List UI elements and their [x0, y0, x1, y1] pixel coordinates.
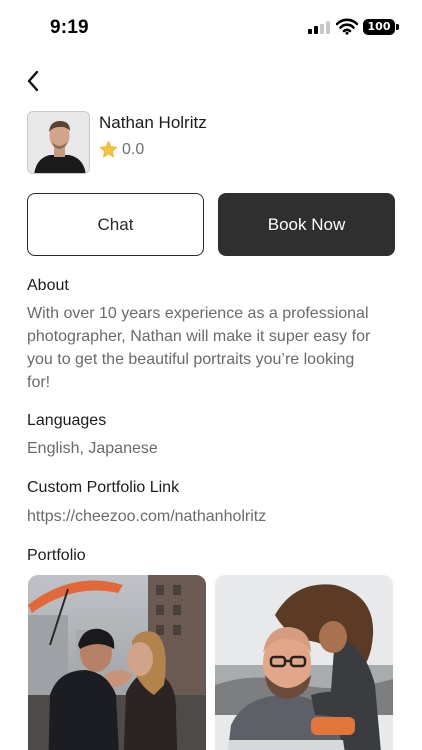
- battery-cap: [396, 24, 399, 30]
- status-time: 9:19: [50, 17, 89, 38]
- battery-level: 100: [367, 20, 391, 33]
- portfolio-link-title: Custom Portfolio Link: [27, 479, 180, 496]
- rating: 0.0: [99, 140, 144, 159]
- book-now-button[interactable]: Book Now: [218, 193, 395, 256]
- battery-icon: 100: [363, 19, 395, 35]
- about-title: About: [27, 277, 69, 294]
- chat-button[interactable]: Chat: [27, 193, 204, 256]
- portfolio-photo-1[interactable]: [28, 575, 206, 750]
- rating-value: 0.0: [122, 140, 145, 158]
- wifi-icon: [336, 18, 358, 35]
- about-line: photographer, Nathan will make it super …: [27, 328, 371, 345]
- about-line: With over 10 years experience as a profe…: [27, 305, 369, 322]
- chevron-left-icon: [27, 70, 39, 92]
- portfolio-photo-2[interactable]: [215, 575, 393, 750]
- avatar: [27, 111, 90, 174]
- portfolio-link[interactable]: https://cheezoo.com/nathanholritz: [27, 505, 266, 528]
- portfolio-title: Portfolio: [27, 547, 86, 564]
- avatar-photo: [28, 112, 89, 173]
- languages-value: English, Japanese: [27, 440, 158, 457]
- about-text: With over 10 years experience as a profe…: [27, 302, 397, 394]
- portfolio-photo-couple-hug: [215, 575, 393, 750]
- about-line: you to get the beautiful portraits you’r…: [27, 351, 355, 368]
- signal-icon: [308, 21, 330, 34]
- status-bar: 9:19 100: [0, 0, 422, 56]
- star-icon: [99, 141, 118, 158]
- languages-title: Languages: [27, 412, 107, 429]
- profile-name: Nathan Holritz: [99, 113, 207, 132]
- back-button[interactable]: [20, 68, 46, 94]
- portfolio-photo-couple-umbrella: [28, 575, 206, 750]
- about-line: for!: [27, 374, 51, 391]
